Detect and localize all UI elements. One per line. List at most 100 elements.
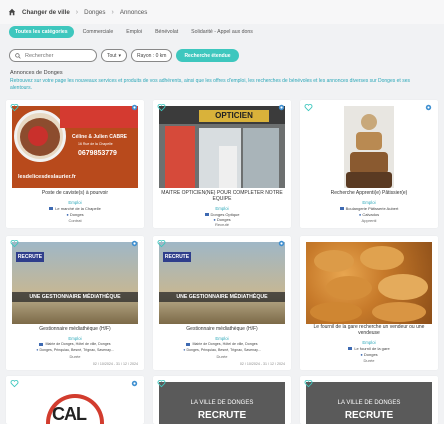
search-box[interactable] — [9, 49, 97, 62]
gear-icon[interactable] — [130, 379, 139, 388]
heart-icon[interactable] — [10, 379, 19, 388]
image-line: LA VILLE DE DONGES — [190, 400, 254, 406]
heart-icon[interactable] — [10, 239, 19, 248]
chevron-down-icon: ▾ — [118, 52, 121, 59]
building-icon — [339, 207, 344, 211]
breadcrumb-change-city[interactable]: Changer de ville — [22, 9, 70, 16]
extended-search-button[interactable]: Recherche étendue — [176, 49, 239, 62]
tab-emploi[interactable]: Emploi — [122, 26, 146, 38]
image-banner: RECRUTE — [197, 410, 247, 421]
listing-category: Emploi — [68, 200, 82, 205]
image-line: LA VILLE DE DONGES — [337, 400, 401, 406]
listing-card[interactable]: RECRUTE UNE GESTIONNAIRE MÉDIATHÈQUE Ges… — [6, 236, 144, 370]
listing-location: Mairie de Donges, Hôtel de ville, Donges — [10, 342, 140, 346]
gear-icon[interactable] — [277, 103, 286, 112]
building-icon — [348, 347, 353, 351]
building-icon — [49, 207, 54, 211]
listing-category: Emploi — [215, 336, 229, 341]
listing-city: ● Calvados — [358, 212, 380, 217]
listing-image: LA VILLE DE DONGES RECRUTE — [306, 382, 432, 424]
heart-icon[interactable] — [157, 379, 166, 388]
listing-card[interactable]: RECRUTE UNE GESTIONNAIRE MÉDIATHÈQUE Ges… — [153, 236, 291, 370]
listing-image: LA VILLE DE DONGES RECRUTE — [159, 382, 285, 424]
pin-icon: ● — [66, 212, 69, 217]
listing-card[interactable]: OPTICIEN MAITRE OPTICIEN(NE) POUR COMPLE… — [153, 100, 291, 228]
listing-image — [306, 106, 432, 188]
listing-location: Le fournil de la gare — [304, 346, 434, 351]
listing-type: Apprenti — [361, 218, 377, 223]
gear-icon[interactable] — [130, 103, 139, 112]
listing-card[interactable]: Le fournil de la gare recherche un vende… — [300, 236, 438, 370]
tab-benevolat[interactable]: Bénévolat — [151, 26, 182, 38]
listing-card[interactable]: LA VILLE DE DONGES RECRUTE — [153, 376, 291, 424]
search-input[interactable] — [25, 52, 95, 59]
heart-icon[interactable] — [157, 103, 166, 112]
listing-title[interactable]: Poste de caviste(s) à pourvoir — [10, 190, 140, 196]
search-icon — [15, 52, 21, 59]
category-tabs: Toutes les catégories Commerciale Emploi… — [9, 26, 257, 38]
home-icon[interactable] — [8, 8, 16, 16]
image-address: 16 Rue de la Chapelle — [78, 142, 113, 146]
listing-city: ● Donges — [360, 352, 378, 357]
listing-image: Céline & Julien CABRE 16 Rue de la Chape… — [12, 106, 138, 188]
heart-icon[interactable] — [10, 103, 19, 112]
listing-city: ● Donges, Prinquiau, Besné, Trignac, Sav… — [36, 348, 114, 352]
listing-city: ● Donges, Prinquiau, Besné, Trignac, Sav… — [183, 348, 261, 352]
listing-type: Durée — [216, 354, 228, 359]
listing-category: Emploi — [362, 340, 376, 345]
image-name: Céline & Julien CABRE — [72, 134, 128, 140]
tab-commercial[interactable]: Commerciale — [79, 26, 118, 38]
pin-icon: ● — [358, 212, 362, 217]
listing-date: 02 / 10/2024 - 31 / 12 / 2024 — [239, 362, 285, 366]
heart-icon[interactable] — [157, 239, 166, 248]
listing-type: Recruté — [214, 222, 229, 227]
gear-icon[interactable] — [424, 103, 433, 112]
gear-icon[interactable] — [130, 239, 139, 248]
tab-all[interactable]: Toutes les catégories — [9, 26, 74, 38]
pin-icon: ● — [360, 352, 363, 357]
image-banner: RECRUTE — [16, 252, 44, 262]
listing-card[interactable]: Recherche Apprenti(e) Pâtissier(e) Emplo… — [300, 100, 438, 228]
breadcrumb-city[interactable]: Donges — [84, 9, 105, 16]
tab-solidarite[interactable]: Solidarité - Appel aux dons — [187, 26, 257, 38]
listing-title[interactable]: Le fournil de la gare recherche un vende… — [304, 324, 434, 336]
image-shop-sign: OPTICIEN — [199, 110, 269, 122]
radius-select[interactable]: Rayon : 0 km — [130, 49, 173, 62]
listing-location: Boulangerie Pâtisserie Aubert — [304, 206, 434, 211]
listing-title[interactable]: Gestionnaire médiathèque (H/F) — [157, 326, 287, 332]
listing-card[interactable]: Céline & Julien CABRE 16 Rue de la Chape… — [6, 100, 144, 228]
image-website: lesdelicesdeslaurier.fr — [18, 174, 76, 180]
listing-card[interactable]: CAL — [6, 376, 144, 424]
listing-image — [306, 242, 432, 324]
building-icon — [204, 213, 209, 217]
listing-title[interactable]: MAITRE OPTICIEN(NE) POUR COMPLETER NOTRE… — [157, 190, 287, 202]
building-icon — [186, 342, 191, 346]
image-caption: UNE GESTIONNAIRE MÉDIATHÈQUE — [159, 292, 285, 302]
listing-card[interactable]: LA VILLE DE DONGES RECRUTE — [300, 376, 438, 424]
building-icon — [39, 342, 44, 346]
listing-category: Emploi — [215, 206, 229, 211]
heart-icon[interactable] — [304, 103, 313, 112]
search-row: Tout ▾ Rayon : 0 km Recherche étendue — [9, 49, 239, 62]
listing-image: RECRUTE UNE GESTIONNAIRE MÉDIATHÈQUE — [12, 242, 138, 324]
gear-icon[interactable] — [277, 239, 286, 248]
heart-icon[interactable] — [304, 379, 313, 388]
chevron-right-icon: › — [75, 8, 79, 16]
image-caption: UNE GESTIONNAIRE MÉDIATHÈQUE — [12, 292, 138, 302]
listing-location: Le marché de la Chapelle — [10, 206, 140, 211]
listing-type: Durée — [69, 354, 81, 359]
breadcrumb-current: Annonces — [119, 8, 148, 16]
listing-title[interactable]: Recherche Apprenti(e) Pâtissier(e) — [304, 190, 434, 196]
filter-select[interactable]: Tout ▾ — [101, 49, 127, 62]
section-description: Retrouvez sur votre page les nouveaux se… — [10, 78, 410, 91]
listing-image: OPTICIEN — [159, 106, 285, 188]
breadcrumb: Changer de ville › Donges › Annonces — [0, 0, 444, 24]
image-banner: RECRUTE — [163, 252, 191, 262]
listing-type: Contrat — [68, 218, 82, 223]
listing-location: Mairie de Donges, Hôtel de ville, Donges — [157, 342, 287, 346]
listing-title[interactable]: Gestionnaire médiathèque (H/F) — [10, 326, 140, 332]
image-banner: RECRUTE — [344, 410, 394, 421]
listing-image: CAL — [12, 390, 138, 424]
chevron-right-icon: › — [111, 8, 114, 16]
listing-category: Emploi — [362, 200, 376, 205]
